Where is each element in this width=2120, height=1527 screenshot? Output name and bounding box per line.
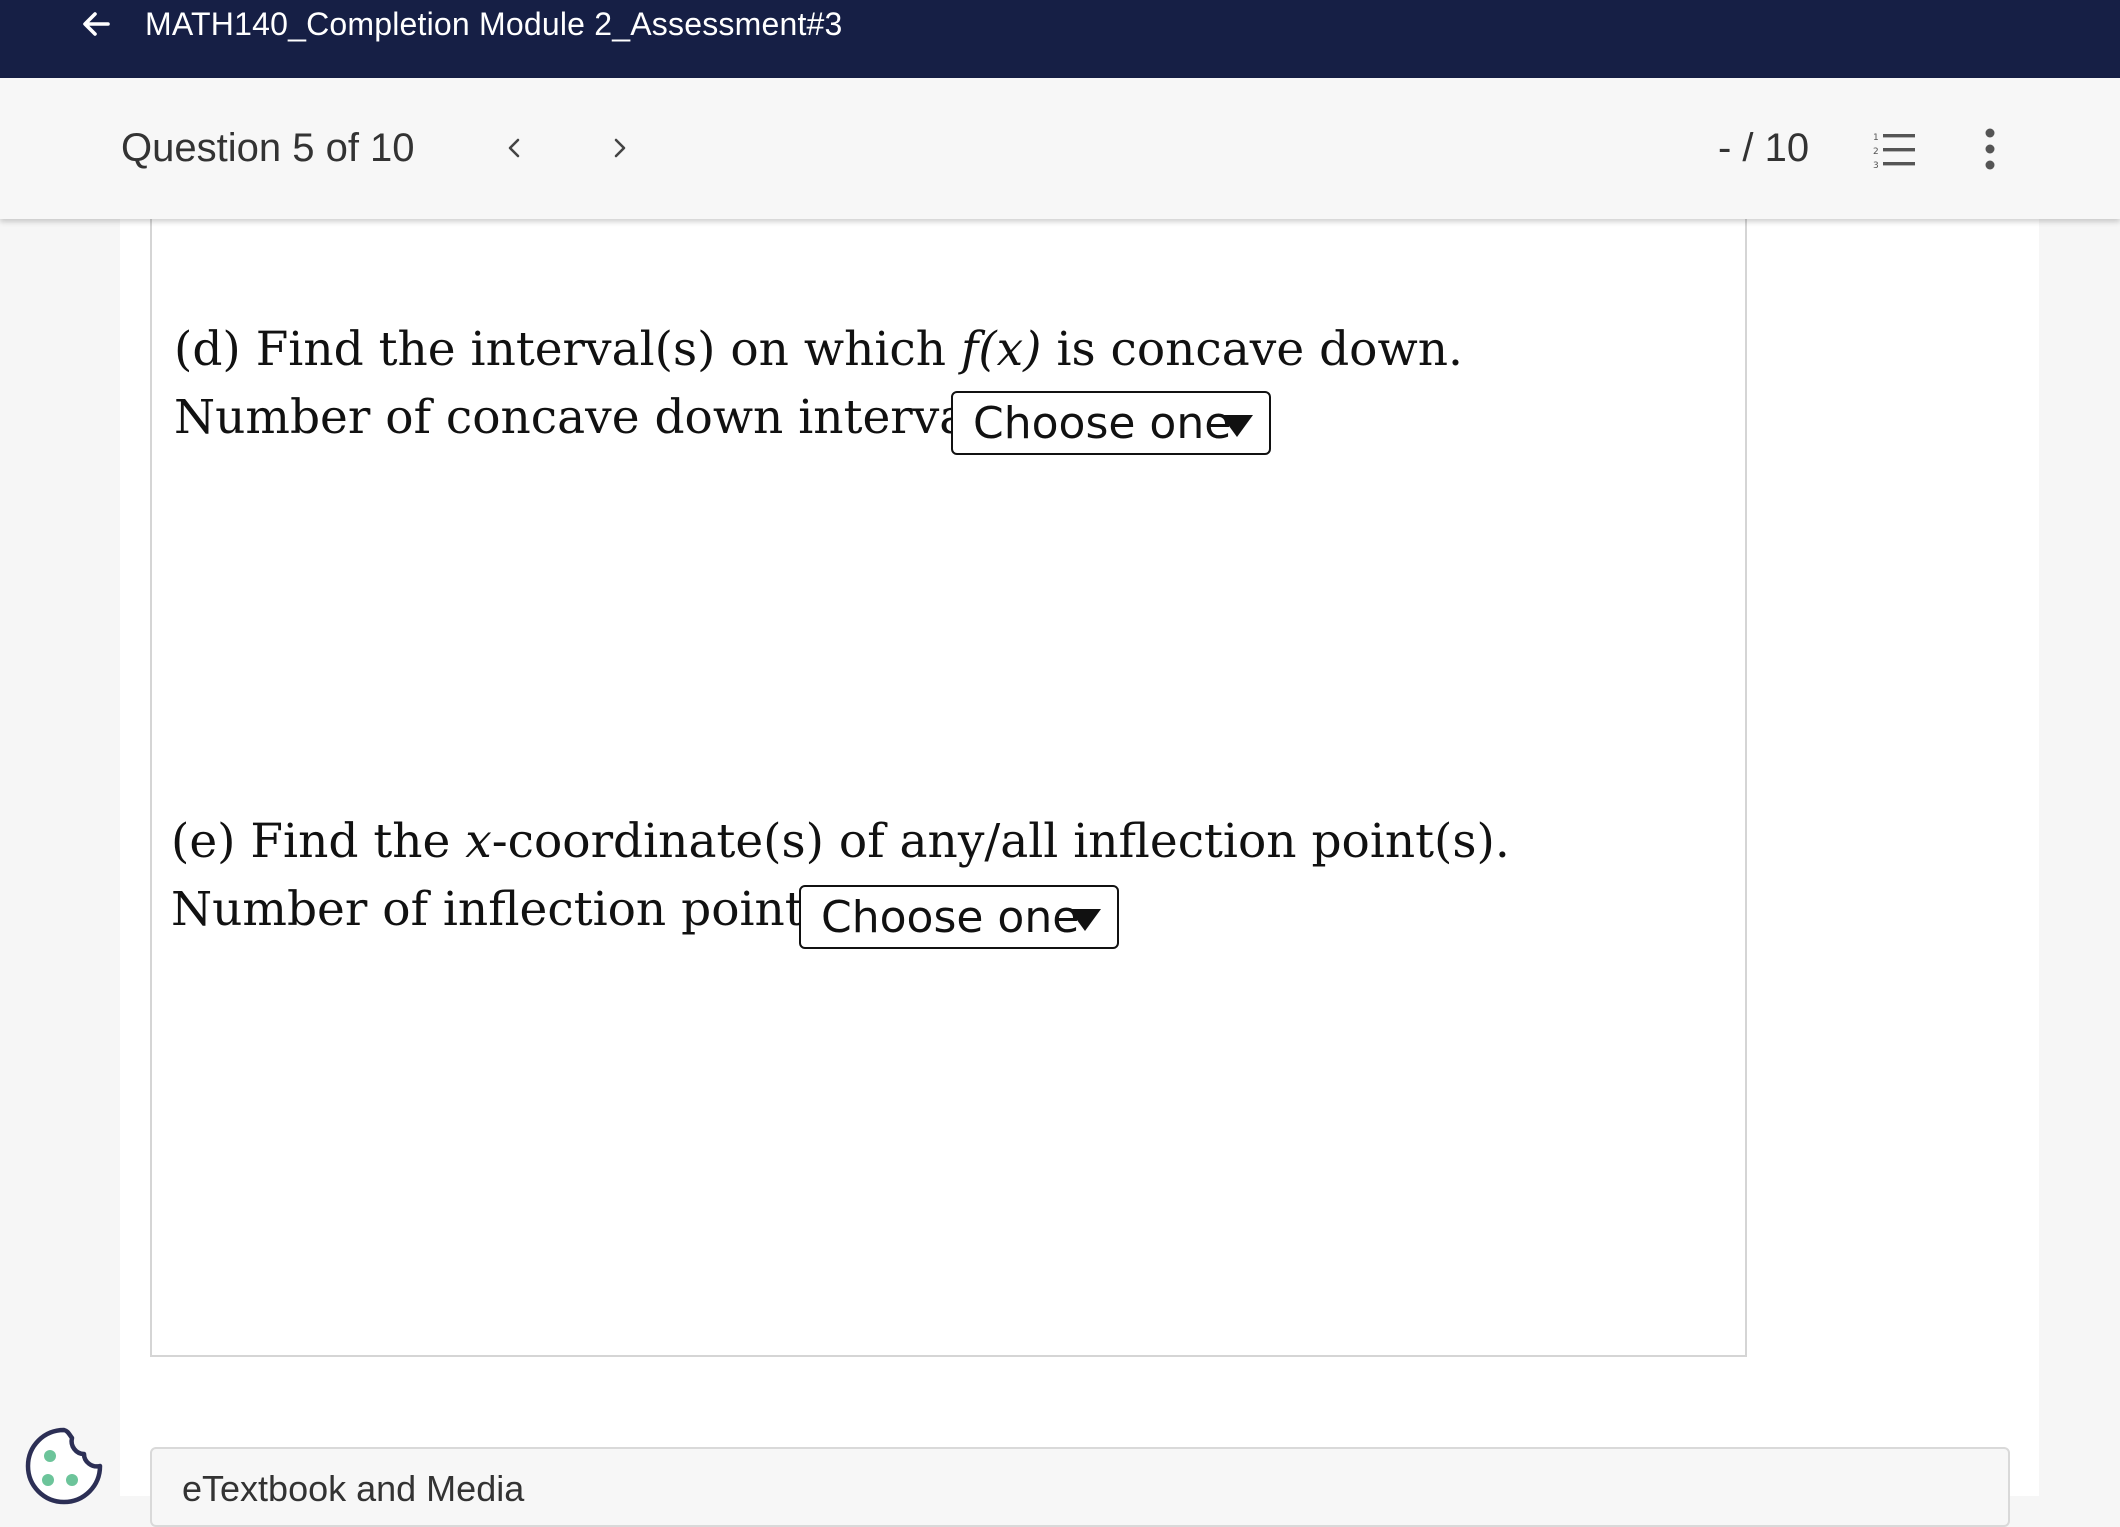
question-score: - / 10	[1718, 126, 1810, 170]
more-options-button[interactable]	[1968, 124, 2012, 174]
part-e-prefix: (e) Find the	[171, 814, 466, 869]
more-vertical-icon	[1985, 128, 1995, 170]
top-app-bar: MATH140_Completion Module 2_Assessment#3	[0, 0, 2120, 78]
part-d-math: f(x)	[960, 322, 1042, 377]
dropdown-value: Choose one	[821, 892, 1080, 943]
etextbook-media-label: eTextbook and Media	[182, 1468, 525, 1509]
dropdown-value: Choose one	[973, 398, 1232, 449]
etextbook-media-panel[interactable]: eTextbook and Media	[150, 1447, 2010, 1527]
numbered-list-icon: 1 2 3	[1873, 133, 1915, 171]
part-e-suffix: -coordinate(s) of any/all inflection poi…	[491, 814, 1510, 869]
chevron-right-icon	[614, 138, 626, 158]
part-d-count-label: Number of concave down intervals:	[174, 390, 1023, 445]
part-e-count-label: Number of inflection points:	[171, 882, 844, 937]
cookie-icon	[25, 1427, 103, 1505]
question-list-button[interactable]: 1 2 3	[1870, 124, 1920, 174]
svg-text:1: 1	[1873, 133, 1879, 143]
cookie-settings-button[interactable]	[22, 1424, 106, 1508]
previous-question-button[interactable]	[490, 123, 540, 173]
concave-down-count-dropdown[interactable]: Choose one	[951, 391, 1271, 455]
back-button[interactable]	[72, 0, 120, 48]
question-counter: Question 5 of 10	[121, 126, 415, 170]
arrow-left-icon	[83, 12, 110, 36]
inflection-count-dropdown[interactable]: Choose one	[799, 885, 1119, 949]
part-d-suffix: is concave down.	[1041, 322, 1463, 377]
part-e-math: x	[465, 814, 492, 869]
question-header: Question 5 of 10 - / 10 1 2 3	[0, 78, 2120, 219]
caret-down-icon	[1069, 909, 1101, 931]
svg-text:2: 2	[1873, 147, 1879, 157]
question-box: (d) Find the interval(s) on which f(x) i…	[150, 150, 1747, 1357]
part-d-prompt: (d) Find the interval(s) on which f(x) i…	[174, 320, 1463, 380]
part-d-prefix: (d) Find the interval(s) on which	[174, 322, 961, 377]
svg-text:3: 3	[1873, 161, 1879, 171]
chevron-left-icon	[508, 138, 520, 158]
next-question-button[interactable]	[594, 123, 644, 173]
part-e-prompt: (e) Find the x-coordinate(s) of any/all …	[171, 812, 1510, 872]
assessment-title: MATH140_Completion Module 2_Assessment#3	[145, 6, 843, 42]
caret-down-icon	[1221, 415, 1253, 437]
